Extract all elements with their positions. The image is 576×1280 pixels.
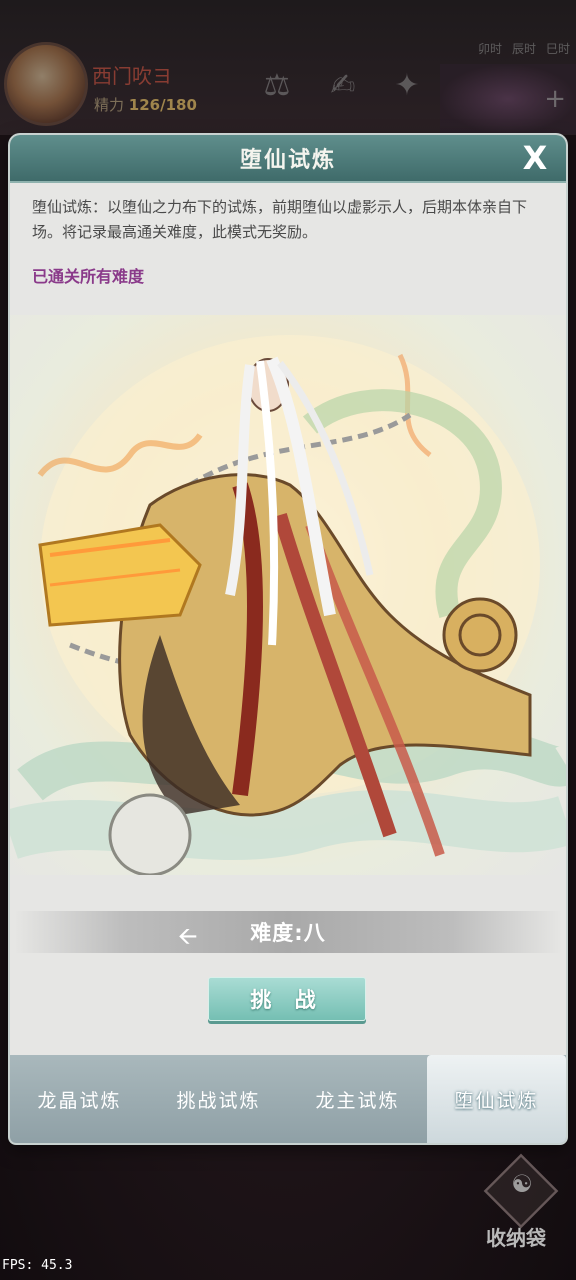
challenge-button[interactable]: 挑 战	[208, 977, 366, 1021]
modal-title: 堕仙试炼	[239, 148, 336, 173]
player-avatar[interactable]	[4, 42, 88, 126]
trial-description: 堕仙试炼：以堕仙之力布下的试炼，前期堕仙以虚影示人，后期本体亲自下场。将记录最高…	[32, 198, 528, 241]
modal-header: 堕仙试炼 X	[10, 135, 566, 183]
tab-label: 堕仙试炼	[454, 1089, 539, 1112]
time-tab[interactable]: 卯时	[478, 40, 502, 62]
time-tab[interactable]: 巳时	[546, 40, 570, 62]
top-hud: 西门吹ヨ 精力 126/180 ⚖ ✍ ✦ 卯时 辰时 巳时 +	[0, 0, 576, 135]
book-icon[interactable]: ✦	[384, 62, 430, 108]
tab-fallen-immortal-trial[interactable]: 堕仙试炼	[427, 1055, 566, 1143]
trial-tabs: 龙晶试炼 挑战试炼 龙主试炼 堕仙试炼	[10, 1055, 566, 1143]
tab-label: 龙主试炼	[315, 1089, 400, 1112]
energy-display: 精力 126/180	[94, 94, 197, 115]
add-icon[interactable]: +	[544, 84, 566, 114]
fps-counter: FPS: 45.3	[2, 1258, 73, 1273]
bell-icon[interactable]: ⚖	[254, 62, 300, 108]
tab-label: 龙晶试炼	[37, 1089, 122, 1112]
tab-challenge-trial[interactable]: 挑战试炼	[149, 1055, 288, 1143]
bag-icon: ☯	[511, 1170, 533, 1198]
storage-bag-label: 收纳袋	[486, 1226, 546, 1250]
difficulty-label: 难度:八	[250, 921, 326, 945]
artwork-illustration	[10, 335, 566, 875]
scroll-icon[interactable]: ✍	[320, 62, 366, 108]
storage-bag-button[interactable]: ☯ 收纳袋	[478, 1153, 566, 1254]
trial-modal: 堕仙试炼 X 堕仙试炼：以堕仙之力布下的试炼，前期堕仙以虚影示人，后期本体亲自下…	[10, 135, 566, 1143]
tab-dragon-crystal-trial[interactable]: 龙晶试炼	[10, 1055, 149, 1143]
energy-label: 精力	[94, 96, 125, 114]
tab-label: 挑战试炼	[176, 1089, 261, 1112]
clear-status: 已通关所有难度	[32, 267, 145, 286]
difficulty-selector: 🡨 难度:八	[14, 911, 562, 953]
close-button[interactable]: X	[518, 141, 552, 175]
difficulty-prev-arrow-icon[interactable]: 🡨	[178, 919, 198, 960]
player-name: 西门吹ヨ	[92, 64, 172, 88]
tab-dragon-lord-trial[interactable]: 龙主试炼	[288, 1055, 427, 1143]
energy-value: 126/180	[128, 96, 197, 114]
time-tabs: 卯时 辰时 巳时	[446, 40, 576, 62]
challenge-button-label: 挑 战	[250, 988, 324, 1012]
time-tab[interactable]: 辰时	[512, 40, 536, 62]
fallen-immortal-artwork	[10, 315, 566, 875]
